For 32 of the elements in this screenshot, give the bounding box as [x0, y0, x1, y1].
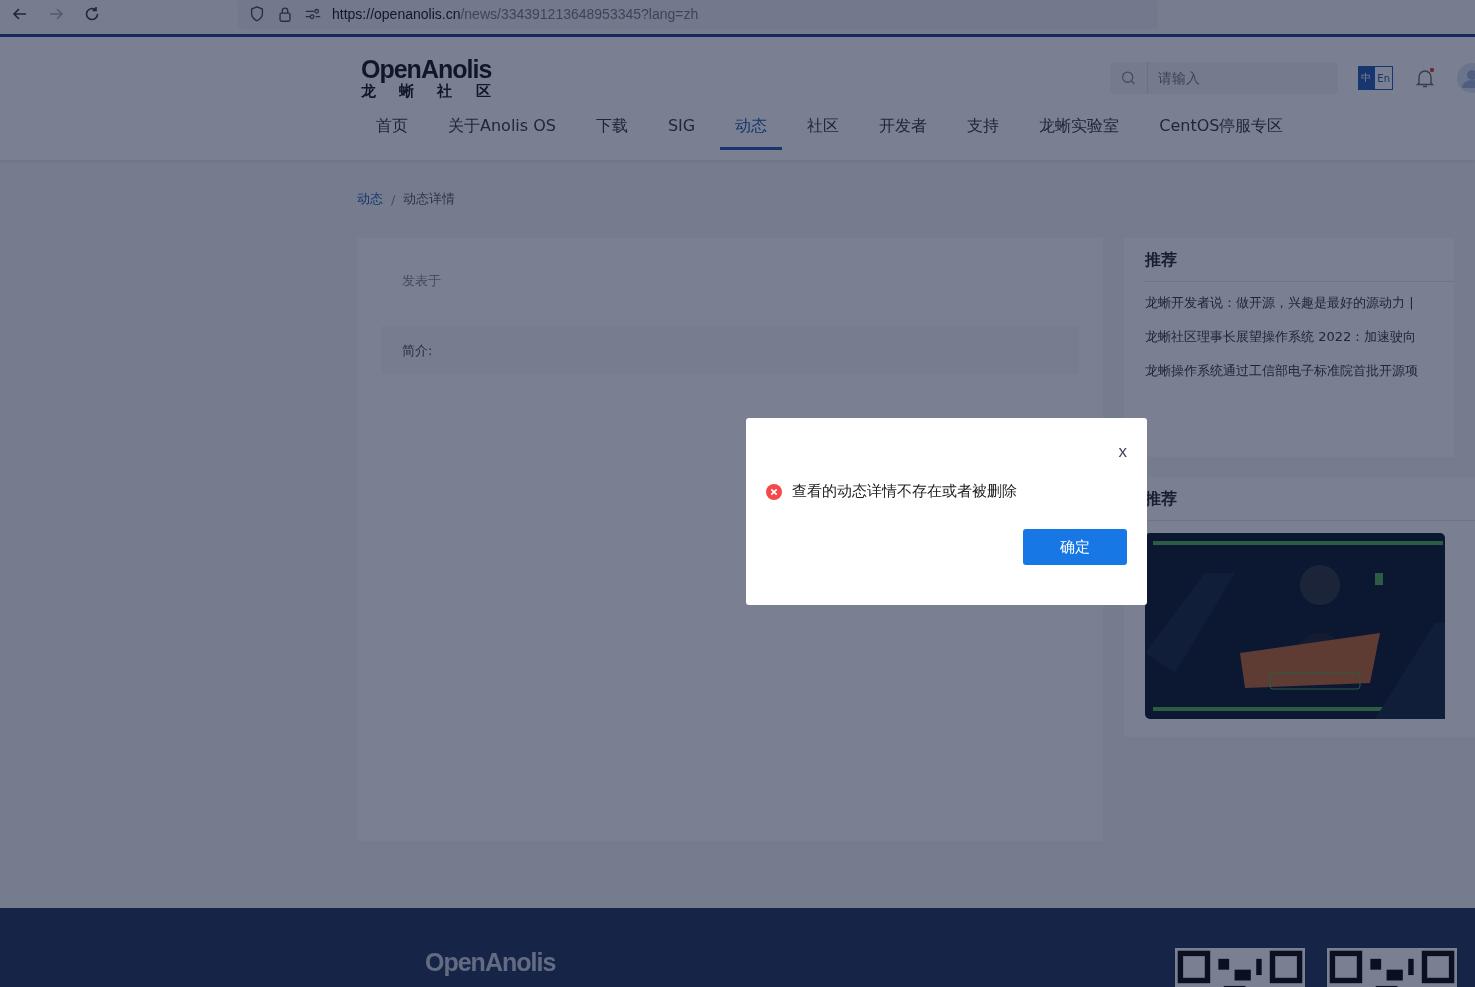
language-option[interactable]: En — [1374, 66, 1393, 90]
nav-tab[interactable]: 开发者 — [864, 110, 943, 150]
nav-tab[interactable]: 首页 — [361, 110, 423, 150]
nav-tab[interactable]: 社区 — [792, 110, 855, 150]
site-logo[interactable]: OpenAnolis 龙 蜥 社 区 — [361, 56, 500, 104]
nav-tab[interactable]: 下载 — [580, 110, 643, 150]
error-icon — [766, 483, 782, 500]
breadcrumb-separator: / — [391, 191, 396, 207]
search-icon — [1110, 62, 1149, 94]
url-text: https://openanolis.cn/news/334391213648953345?lang=zh — [332, 6, 699, 22]
confirm-button[interactable]: 确定 — [1023, 529, 1127, 565]
nav-tab[interactable]: CentOS停服专区 — [1144, 110, 1299, 150]
nav-tab[interactable]: 支持 — [952, 110, 1015, 150]
nav-tab[interactable]: SIG — [652, 110, 711, 150]
footer-logo: OpenAnolis — [425, 948, 556, 977]
bell-icon[interactable] — [1413, 66, 1437, 90]
breadcrumb-link[interactable]: 动态 — [357, 190, 383, 208]
address-bar[interactable]: https://openanolis.cn/news/334391213648953345?lang=zh — [238, 0, 1158, 29]
nav-tab[interactable]: 关于Anolis OS — [433, 110, 571, 150]
lock-icon — [276, 5, 294, 23]
card-title: 推荐 — [1145, 250, 1454, 282]
language-option[interactable]: 中 — [1358, 66, 1375, 90]
close-button[interactable]: x — [1114, 442, 1127, 462]
nav-tab[interactable]: 动态 — [720, 110, 783, 150]
recommend-link[interactable]: 龙蜥社区理事长展望操作系统 2022：加速驶向 — [1145, 328, 1454, 346]
recommend-link[interactable]: 龙蜥操作系统通过工信部电子标准院首批开源项 — [1145, 362, 1454, 380]
breadcrumb-current: 动态详情 — [403, 190, 456, 208]
nav-tab[interactable]: 龙蜥实验室 — [1024, 110, 1135, 150]
shield-icon — [248, 5, 266, 23]
error-message: 查看的动态详情不存在或者被删除 — [792, 482, 1017, 501]
recommend-link[interactable]: 龙蜥开发者说：做开源，兴趣是最好的源动力 | — [1145, 294, 1454, 312]
summary-label: 简介: — [402, 343, 433, 358]
